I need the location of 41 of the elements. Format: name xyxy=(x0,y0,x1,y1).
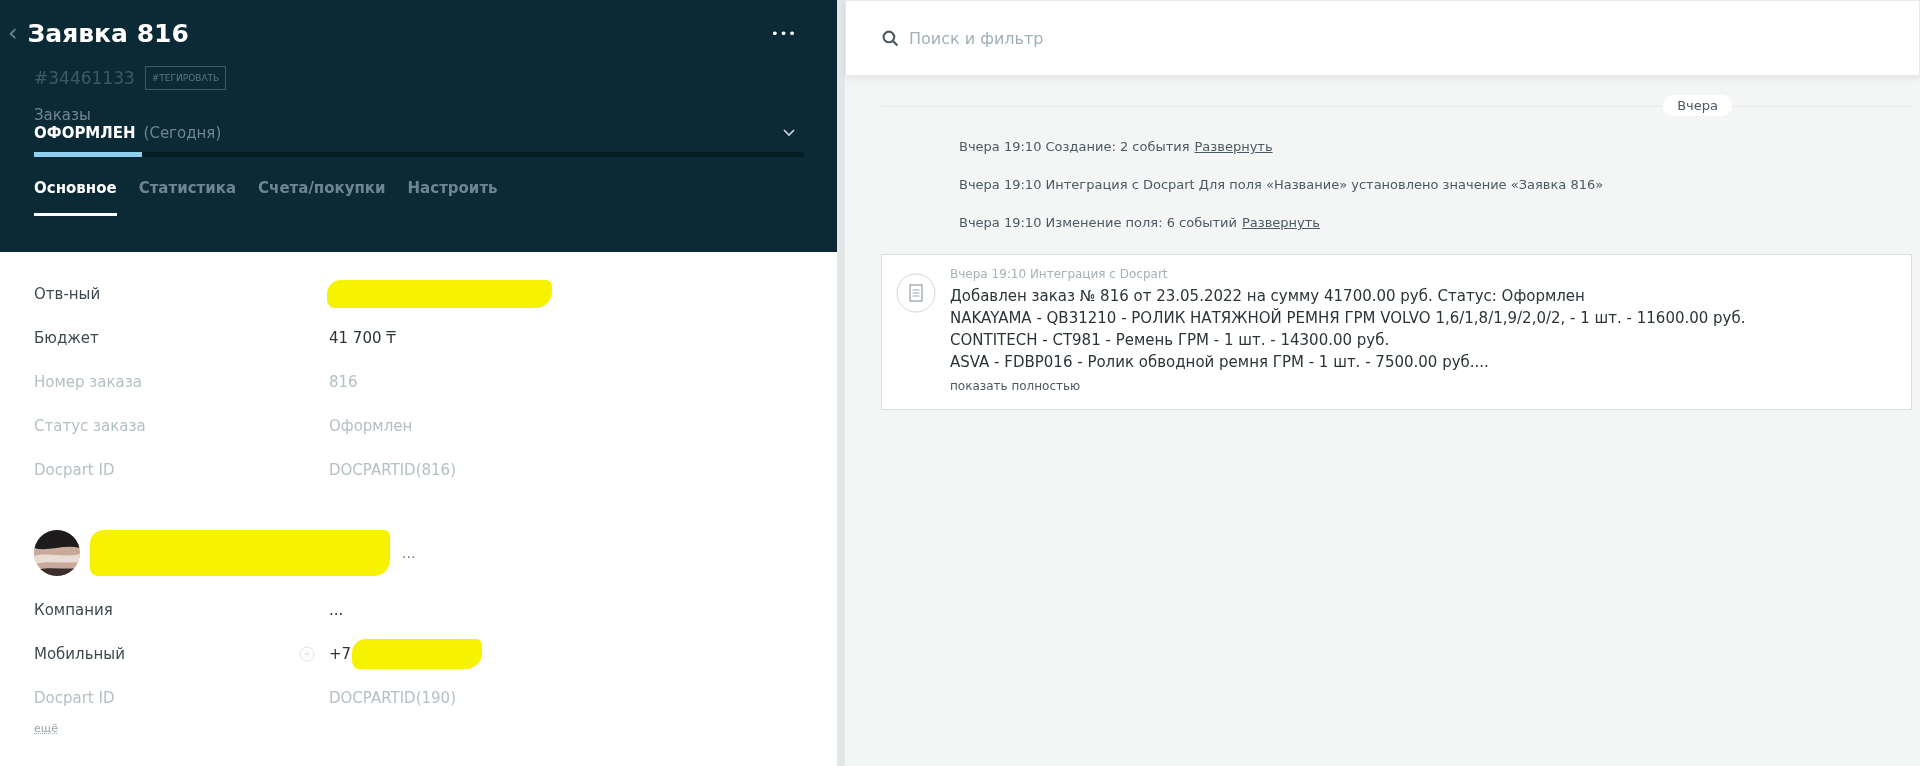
event-text: Вчера 19:10 Интеграция с Docpart Для поля «Название» установлено значение «Заявка 816» xyxy=(959,177,1604,192)
field-label: Статус заказа xyxy=(34,417,147,435)
note-line: ASVA - FDBP016 - Ролик обводной ремня ГРМ - 1 шт. - 7500.00 руб.... xyxy=(950,352,1489,373)
field-label: Docpart ID xyxy=(34,689,116,707)
note-line: NAKAYAMA - QB31210 - РОЛИК НАТЯЖНОЙ РЕМНЯ ГРМ VOLVO 1,6/1,8/1,9/2,0/2, - 1 шт. - 11600.00 руб. xyxy=(950,307,1746,329)
field-label: Номер заказа xyxy=(34,373,143,391)
date-badge: Вчера xyxy=(1663,95,1732,116)
event-text: Вчера 19:10 Изменение поля: 6 событий xyxy=(959,215,1237,230)
expand-link[interactable]: Развернуть xyxy=(1241,215,1320,230)
lead-title: Заявка 816 xyxy=(27,18,190,48)
show-full-link[interactable]: показать полностью xyxy=(950,379,1081,393)
field-value[interactable]: +7 xyxy=(329,645,352,663)
search-icon xyxy=(882,29,899,47)
field-label: Мобильный xyxy=(34,645,126,663)
field-label: Компания xyxy=(34,601,114,619)
tab[interactable]: Основное xyxy=(34,179,117,216)
event-text: Вчера 19:10 Создание: 2 события xyxy=(959,139,1190,154)
document-icon xyxy=(896,273,936,313)
status-date: (Сегодня) xyxy=(143,124,223,142)
search-field[interactable]: Поиск и фильтр xyxy=(845,0,1920,76)
back-icon[interactable]: ‹ xyxy=(8,19,18,47)
expand-link[interactable]: Развернуть xyxy=(1194,139,1273,154)
more-menu[interactable]: ••• xyxy=(771,25,797,41)
tag-button[interactable]: #ТЕГИРОВАТЬ xyxy=(144,66,227,90)
note-meta: Вчера 19:10 Интеграция с Docpart xyxy=(950,267,1168,281)
tab[interactable]: Счета/покупки xyxy=(258,179,386,216)
field-value[interactable]: 41 700 ₸ xyxy=(329,329,396,347)
more-link[interactable]: ещё xyxy=(34,722,58,735)
tab[interactable]: Настроить xyxy=(407,179,498,216)
field-label: Docpart ID xyxy=(34,461,116,479)
note-line: Добавлен заказ № 816 от 23.05.2022 на сумму 41700.00 руб. Статус: Оформлен xyxy=(950,286,1585,307)
chevron-down-icon[interactable] xyxy=(783,129,795,137)
note-line: CONTITECH - CT981 - Ремень ГРМ - 1 шт. - 14300.00 руб. xyxy=(950,330,1390,351)
pipeline-label: Заказы xyxy=(34,106,92,124)
tab[interactable]: Статистика xyxy=(138,179,237,216)
status-label[interactable]: ОФОРМЛЕН xyxy=(34,124,136,142)
field-label: Отв-ный xyxy=(34,285,102,303)
contact-menu[interactable]: ... xyxy=(402,545,416,561)
search-input[interactable]: Поиск и фильтр xyxy=(907,27,1311,49)
field-label: Бюджет xyxy=(34,329,100,347)
field-value[interactable]: ... xyxy=(329,601,344,619)
